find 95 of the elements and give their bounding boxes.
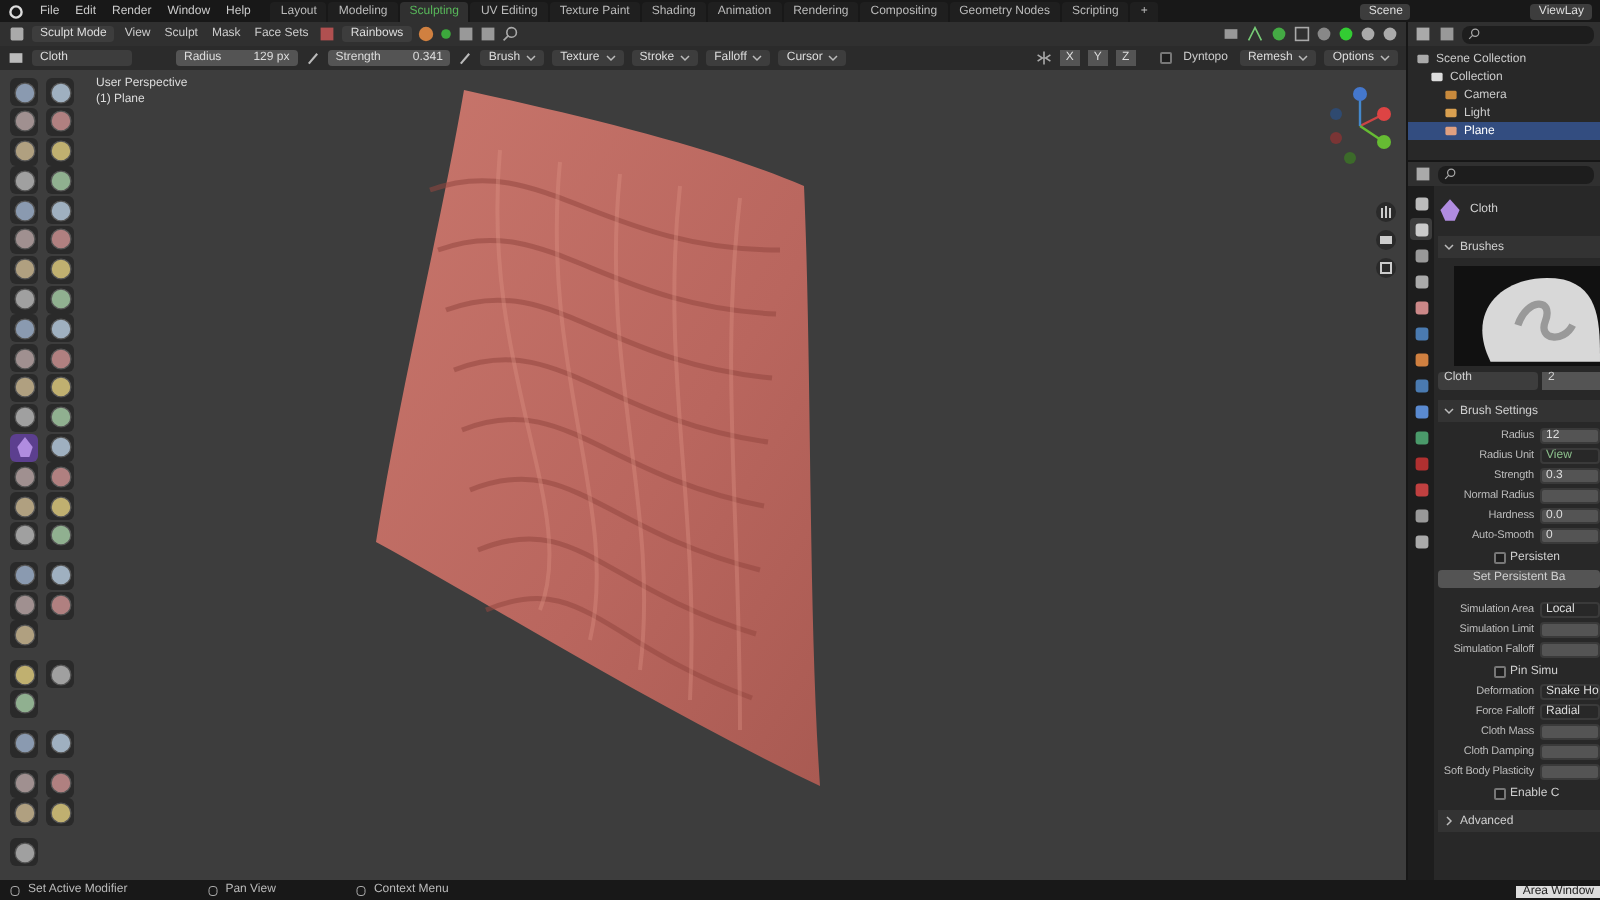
brush-tool[interactable] <box>10 769 38 798</box>
mouse-icon <box>10 883 20 897</box>
brush-tool[interactable] <box>46 196 74 225</box>
properties-tab[interactable] <box>1410 530 1432 552</box>
brush-tool[interactable] <box>46 492 74 521</box>
properties-tab[interactable] <box>1410 348 1432 370</box>
navigation-gizmo[interactable] <box>1330 87 1391 164</box>
chevron-icon <box>1444 242 1454 252</box>
sphere-icon <box>417 26 434 42</box>
caret-icon <box>526 54 537 62</box>
pressure-icon <box>458 50 473 66</box>
brush-tool[interactable] <box>10 225 38 254</box>
search-field[interactable] <box>1438 165 1594 183</box>
brush-tool[interactable] <box>46 107 74 136</box>
brush-tool[interactable] <box>46 591 74 620</box>
properties-tab[interactable] <box>1410 504 1432 526</box>
number-field[interactable] <box>1540 764 1600 780</box>
chevron-icon <box>1444 406 1454 416</box>
brush-preview-image[interactable] <box>1454 266 1600 366</box>
hand-icon[interactable] <box>1376 202 1396 222</box>
search-field[interactable] <box>1462 25 1594 43</box>
brush-tool[interactable] <box>46 373 74 402</box>
brush-tool[interactable] <box>10 166 38 195</box>
dot-icon <box>439 28 452 40</box>
caret-icon <box>828 54 839 62</box>
brush-tool[interactable] <box>46 462 74 491</box>
pressure-icon <box>305 50 320 66</box>
brush-tool[interactable] <box>46 255 74 284</box>
caret-icon <box>605 54 616 62</box>
brush-tool[interactable] <box>10 492 38 521</box>
brush-tool[interactable] <box>10 689 38 718</box>
brush-tool[interactable] <box>46 285 74 314</box>
brush-tool[interactable] <box>46 561 74 590</box>
brush-tool[interactable] <box>46 798 74 827</box>
brush-tool[interactable] <box>10 798 38 827</box>
brush-tool[interactable] <box>10 137 38 166</box>
brush-tool[interactable] <box>46 225 74 254</box>
caret-icon <box>752 54 763 62</box>
brush-tool[interactable] <box>10 255 38 284</box>
properties-tab[interactable] <box>1410 426 1432 448</box>
brush-tool[interactable] <box>46 729 74 758</box>
properties-tab[interactable] <box>1410 192 1432 214</box>
number-field[interactable] <box>1540 744 1600 760</box>
number-field[interactable] <box>1540 488 1600 504</box>
brush-tool[interactable] <box>46 344 74 373</box>
brush-tool[interactable] <box>10 403 38 432</box>
brush-tool[interactable] <box>10 838 38 867</box>
cloth-brush-icon <box>1438 198 1462 222</box>
mirror-icon <box>1035 50 1052 66</box>
brush-tool[interactable] <box>10 78 38 106</box>
brush-tool[interactable] <box>10 196 38 225</box>
mouse-icon <box>207 883 218 897</box>
chevron-icon <box>1444 816 1454 826</box>
search-icon <box>1468 28 1480 40</box>
brush-tool[interactable] <box>10 561 38 590</box>
brush-tool[interactable] <box>10 373 38 402</box>
search-icon <box>501 26 518 42</box>
brush-tool[interactable] <box>10 521 38 550</box>
brush-tool[interactable] <box>10 462 38 491</box>
search-icon <box>1444 168 1456 180</box>
brush-tool[interactable] <box>10 729 38 758</box>
brush-tool[interactable] <box>10 433 38 462</box>
brush-tool[interactable] <box>46 521 74 550</box>
properties-tab[interactable] <box>1410 400 1432 422</box>
brush-tool[interactable] <box>10 660 38 689</box>
properties-tab[interactable] <box>1410 270 1432 292</box>
caret-icon <box>1298 54 1309 62</box>
properties-tab[interactable] <box>1410 296 1432 318</box>
brush-tool[interactable] <box>46 660 74 689</box>
dyntopo-checkbox[interactable] <box>1159 52 1172 64</box>
brush-tool[interactable] <box>46 137 74 166</box>
checkbox[interactable] <box>1494 551 1506 563</box>
checkbox[interactable] <box>1494 787 1506 799</box>
brush-tool[interactable] <box>46 166 74 195</box>
caret-icon <box>680 54 691 62</box>
mouse-icon <box>355 883 366 897</box>
brush-tool[interactable] <box>10 285 38 314</box>
blender-logo-icon <box>8 3 24 19</box>
brush-tool[interactable] <box>10 314 38 343</box>
brush-tool[interactable] <box>10 591 38 620</box>
brush-tool[interactable] <box>46 769 74 798</box>
properties-tab[interactable] <box>1410 218 1432 240</box>
brush-tool[interactable] <box>10 344 38 373</box>
number-field[interactable] <box>1540 642 1600 658</box>
brush-tool[interactable] <box>46 78 74 106</box>
caret-icon <box>1380 54 1390 62</box>
brush-tool[interactable] <box>46 314 74 343</box>
number-field[interactable] <box>1540 724 1600 740</box>
brush-tool[interactable] <box>46 433 74 462</box>
number-field[interactable] <box>1540 622 1600 638</box>
checkbox[interactable] <box>1494 665 1506 677</box>
brush-tool[interactable] <box>10 620 38 649</box>
brush-tool[interactable] <box>46 403 74 432</box>
brush-tool[interactable] <box>10 107 38 136</box>
properties-tab[interactable] <box>1410 244 1432 266</box>
